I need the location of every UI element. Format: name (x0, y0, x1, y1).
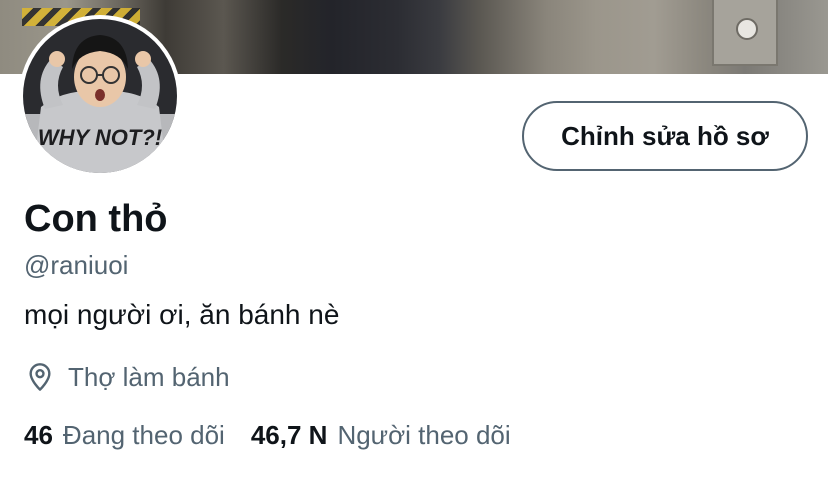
location-pin-icon (29, 363, 51, 391)
followers-label: Người theo dõi (337, 419, 511, 450)
following-label: Đang theo dõi (62, 419, 225, 450)
avatar-shirt-text: WHY NOT?! (38, 125, 162, 150)
followers-link[interactable]: 46,7 N Người theo dõi (251, 420, 511, 451)
profile-location: Thợ làm bánh (24, 360, 230, 394)
display-name: Con thỏ (24, 198, 168, 240)
followers-count: 46,7 N (250, 419, 328, 450)
profile-bio: mọi người ơi, ăn bánh nè (24, 299, 340, 330)
following-link[interactable]: 46 Đang theo dõi (24, 420, 225, 451)
banner-panel-button (736, 18, 758, 40)
avatar[interactable]: WHY NOT?! (19, 15, 181, 177)
username-handle: @raniuoi (24, 250, 129, 280)
location-text: Thợ làm bánh (68, 361, 230, 392)
profile-stats: 46 Đang theo dõi 46,7 N Người theo dõi (24, 418, 511, 452)
following-count: 46 (24, 419, 53, 450)
edit-profile-button[interactable]: Chỉnh sửa hồ sơ (522, 101, 808, 171)
banner-wall-panel (712, 0, 778, 66)
avatar-photo: WHY NOT?! (23, 19, 177, 173)
